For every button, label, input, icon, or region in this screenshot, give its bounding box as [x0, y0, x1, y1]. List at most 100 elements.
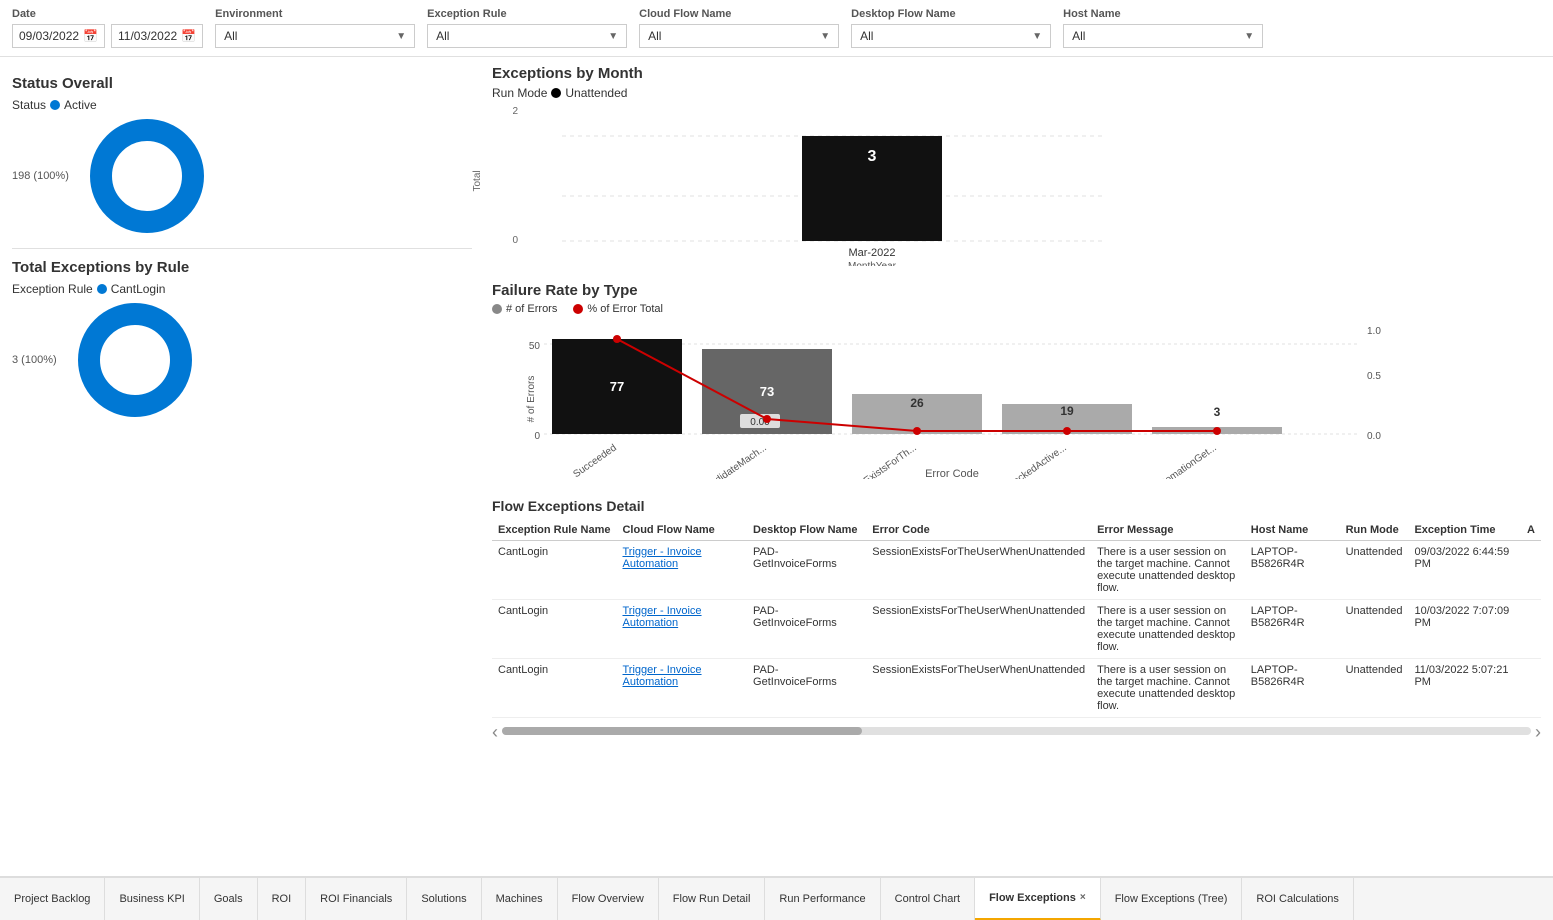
cell-desktop-flow: PAD-GetInvoiceForms [747, 659, 866, 718]
failure-rate-svg: 50 0 1.0 0.5 0.0 77 73 [522, 319, 1382, 479]
cloud-flow-filter-group: Cloud Flow Name All ▼ [639, 8, 839, 48]
col-host-name: Host Name [1245, 520, 1340, 541]
cell-error-message: There is a user session on the target ma… [1091, 600, 1245, 659]
svg-text:Succeeded: Succeeded [571, 442, 618, 479]
cell-exception-rule: CantLogin [492, 659, 616, 718]
calendar-icon[interactable]: 📅 [181, 29, 196, 43]
col-exception-rule: Exception Rule Name [492, 520, 616, 541]
chevron-down-icon: ▼ [396, 31, 406, 42]
cell-run-mode: Unattended [1340, 541, 1409, 600]
exceptions-by-rule-section: Total Exceptions by Rule Exception Rule … [12, 259, 472, 420]
chevron-down-icon: ▼ [820, 31, 830, 42]
y-axis-label: Total [472, 170, 483, 191]
cell-error-code: SessionExistsForTheUserWhenUnattended [866, 659, 1091, 718]
table-row: CantLogin Trigger - Invoice Automation P… [492, 600, 1541, 659]
tab-goals[interactable]: Goals [200, 877, 258, 920]
status-donut-container: 198 (100%) [12, 116, 472, 236]
svg-text:73: 73 [760, 384, 774, 399]
svg-text:77: 77 [610, 379, 624, 394]
status-overall-title: Status Overall [12, 75, 472, 92]
cell-cloud-flow[interactable]: Trigger - Invoice Automation [616, 600, 747, 659]
svg-text:SessionExistsForTh...: SessionExistsForTh... [833, 442, 919, 479]
chevron-down-icon: ▼ [1032, 31, 1042, 42]
table-row: CantLogin Trigger - Invoice Automation P… [492, 541, 1541, 600]
date-range: 09/03/2022 📅 11/03/2022 📅 [12, 24, 203, 48]
tab-project-backlog[interactable]: Project Backlog [0, 877, 105, 920]
date-start-input[interactable]: 09/03/2022 📅 [12, 24, 105, 48]
active-status-dot [50, 100, 60, 110]
flow-exceptions-detail-section: Flow Exceptions Detail Exception Rule Na… [492, 498, 1541, 743]
svg-text:1.0: 1.0 [1367, 326, 1381, 337]
chevron-down-icon: ▼ [1244, 31, 1254, 42]
tab-machines[interactable]: Machines [482, 877, 558, 920]
date-end-input[interactable]: 11/03/2022 📅 [111, 24, 203, 48]
status-overall-section: Status Overall Status Active 198 (100%) [12, 75, 472, 236]
svg-text:26: 26 [910, 396, 924, 410]
cell-exception-time: 09/03/2022 6:44:59 PM [1408, 541, 1521, 600]
chevron-down-icon: ▼ [608, 31, 618, 42]
bottom-tab-bar: Project BacklogBusiness KPIGoalsROIROI F… [0, 876, 1553, 920]
svg-text:Mar-2022: Mar-2022 [848, 247, 895, 259]
cell-cloud-flow[interactable]: Trigger - Invoice Automation [616, 541, 747, 600]
cell-exception-time: 10/03/2022 7:07:09 PM [1408, 600, 1521, 659]
svg-text:NoCandidateMach...: NoCandidateMach... [688, 442, 769, 479]
tab-flow-overview[interactable]: Flow Overview [558, 877, 659, 920]
svg-text:0: 0 [534, 431, 540, 442]
exceptions-rule-title: Total Exceptions by Rule [12, 259, 472, 276]
col-desktop-flow: Desktop Flow Name [747, 520, 866, 541]
cell-exception-rule: CantLogin [492, 600, 616, 659]
tab-flow-run-detail[interactable]: Flow Run Detail [659, 877, 766, 920]
tab-roi[interactable]: ROI [258, 877, 307, 920]
failure-legend: # of Errors % of Error Total [492, 303, 1541, 315]
left-panel: Status Overall Status Active 198 (100%) … [12, 65, 472, 743]
scroll-right-icon[interactable]: › [1535, 722, 1541, 743]
cell-desktop-flow: PAD-GetInvoiceForms [747, 600, 866, 659]
tab-roi-calculations[interactable]: ROI Calculations [1242, 877, 1354, 920]
cell-error-code: SessionExistsForTheUserWhenUnattended [866, 541, 1091, 600]
tab-solutions[interactable]: Solutions [407, 877, 481, 920]
col-run-mode: Run Mode [1340, 520, 1409, 541]
horizontal-scrollbar[interactable] [502, 727, 1531, 735]
tab-roi-financials[interactable]: ROI Financials [306, 877, 407, 920]
table-header-row: Exception Rule Name Cloud Flow Name Desk… [492, 520, 1541, 541]
exceptions-donut-chart [75, 300, 195, 420]
exceptions-table: Exception Rule Name Cloud Flow Name Desk… [492, 520, 1541, 718]
host-name-select[interactable]: All ▼ [1063, 24, 1263, 48]
svg-text:UIAutomationGet...: UIAutomationGet... [1143, 442, 1219, 479]
desktop-flow-select[interactable]: All ▼ [851, 24, 1051, 48]
desktop-flow-filter-group: Desktop Flow Name All ▼ [851, 8, 1051, 48]
table-row: CantLogin Trigger - Invoice Automation P… [492, 659, 1541, 718]
cell-host-name: LAPTOP-B5826R4R [1245, 659, 1340, 718]
scroll-left-icon[interactable]: ‹ [492, 722, 498, 743]
exception-rule-label: Exception Rule [427, 8, 627, 20]
calendar-icon[interactable]: 📅 [83, 29, 98, 43]
exceptions-table-wrapper[interactable]: Exception Rule Name Cloud Flow Name Desk… [492, 520, 1541, 718]
svg-text:0.0: 0.0 [1367, 431, 1381, 442]
tab-flow-exceptions[interactable]: Flow Exceptions × [975, 877, 1101, 920]
errors-legend-dot [492, 304, 502, 314]
run-mode-dot [551, 88, 561, 98]
tab-flow-exceptions-tree[interactable]: Flow Exceptions (Tree) [1101, 877, 1243, 920]
exception-rule-select[interactable]: All ▼ [427, 24, 627, 48]
cell-cloud-flow[interactable]: Trigger - Invoice Automation [616, 659, 747, 718]
y-axis-max: 2 [494, 106, 518, 117]
tab-close-icon[interactable]: × [1080, 892, 1086, 903]
tab-control-chart[interactable]: Control Chart [881, 877, 975, 920]
status-donut-chart [87, 116, 207, 236]
cloud-flow-select[interactable]: All ▼ [639, 24, 839, 48]
exception-rule-dot [97, 284, 107, 294]
environment-select[interactable]: All ▼ [215, 24, 415, 48]
tab-run-performance[interactable]: Run Performance [765, 877, 880, 920]
exceptions-donut-label: 3 (100%) [12, 354, 57, 366]
svg-text:0.5: 0.5 [1367, 371, 1381, 382]
cell-error-code: SessionExistsForTheUserWhenUnattended [866, 600, 1091, 659]
scrollbar-container[interactable]: ‹ › [492, 722, 1541, 743]
legend-percent: % of Error Total [573, 303, 663, 315]
y-axis-min: 0 [494, 235, 518, 246]
environment-label: Environment [215, 8, 415, 20]
exceptions-by-month-section: Exceptions by Month Run Mode Unattended … [492, 65, 1541, 266]
exceptions-donut-container: 3 (100%) [12, 300, 472, 420]
cell-host-name: LAPTOP-B5826R4R [1245, 600, 1340, 659]
status-label: Status Active [12, 98, 472, 112]
tab-business-kpi[interactable]: Business KPI [105, 877, 199, 920]
